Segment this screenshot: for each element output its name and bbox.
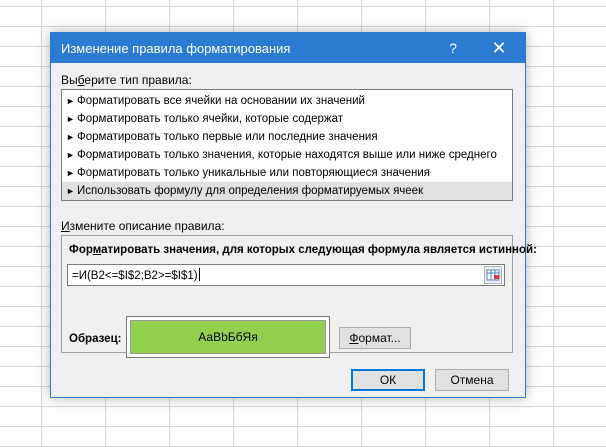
arrow-right-icon: ► bbox=[66, 186, 75, 196]
rule-type-item[interactable]: ► Форматировать только уникальные или пов… bbox=[62, 164, 512, 182]
text-caret bbox=[198, 268, 200, 281]
rule-description-label: Измените описание правила: bbox=[61, 219, 225, 233]
rule-type-label: Выберите тип правила: bbox=[61, 73, 192, 87]
sample-label: Образец: bbox=[69, 333, 122, 345]
arrow-right-icon: ► bbox=[66, 114, 75, 124]
rule-type-item-selected[interactable]: ► Использовать формулу для определения фо… bbox=[62, 182, 512, 200]
rule-type-item[interactable]: ► Форматировать только значения, которые … bbox=[62, 146, 512, 164]
ok-button[interactable]: ОК bbox=[351, 369, 425, 391]
range-select-icon bbox=[486, 269, 500, 281]
dialog-titlebar[interactable]: Изменение правила форматирования ? ✕ bbox=[51, 33, 525, 63]
dialog-title: Изменение правила форматирования bbox=[61, 41, 291, 56]
cancel-button[interactable]: Отмена bbox=[435, 369, 509, 391]
formula-input[interactable]: =И(B2<=$I$2;B2>=$I$1) bbox=[67, 264, 505, 286]
formula-heading: Форматировать значения, для которых след… bbox=[69, 244, 537, 256]
formula-text: =И(B2<=$I$2;B2>=$I$1) bbox=[72, 268, 200, 282]
help-button[interactable]: ? bbox=[433, 33, 473, 63]
arrow-right-icon: ► bbox=[66, 96, 75, 106]
rule-description-panel: Форматировать значения, для которых след… bbox=[61, 235, 537, 358]
collapse-dialog-button[interactable] bbox=[484, 266, 502, 284]
arrow-right-icon: ► bbox=[66, 168, 75, 178]
rule-type-list[interactable]: ► Форматировать все ячейки на основании и… bbox=[61, 89, 513, 201]
rule-type-item[interactable]: ► Форматировать только первые или последн… bbox=[62, 128, 512, 146]
rule-type-item[interactable]: ► Форматировать только ячейки, которые со… bbox=[62, 110, 512, 128]
format-button[interactable]: Формат... bbox=[339, 327, 411, 349]
format-preview: АаBbБбЯя bbox=[126, 316, 330, 358]
format-preview-fill: АаBbБбЯя bbox=[130, 320, 326, 354]
rule-type-item[interactable]: ► Форматировать все ячейки на основании и… bbox=[62, 92, 512, 110]
arrow-right-icon: ► bbox=[66, 132, 75, 142]
arrow-right-icon: ► bbox=[66, 150, 75, 160]
format-rule-dialog: Изменение правила форматирования ? ✕ Выб… bbox=[50, 32, 537, 398]
close-icon[interactable]: ✕ bbox=[479, 33, 519, 63]
